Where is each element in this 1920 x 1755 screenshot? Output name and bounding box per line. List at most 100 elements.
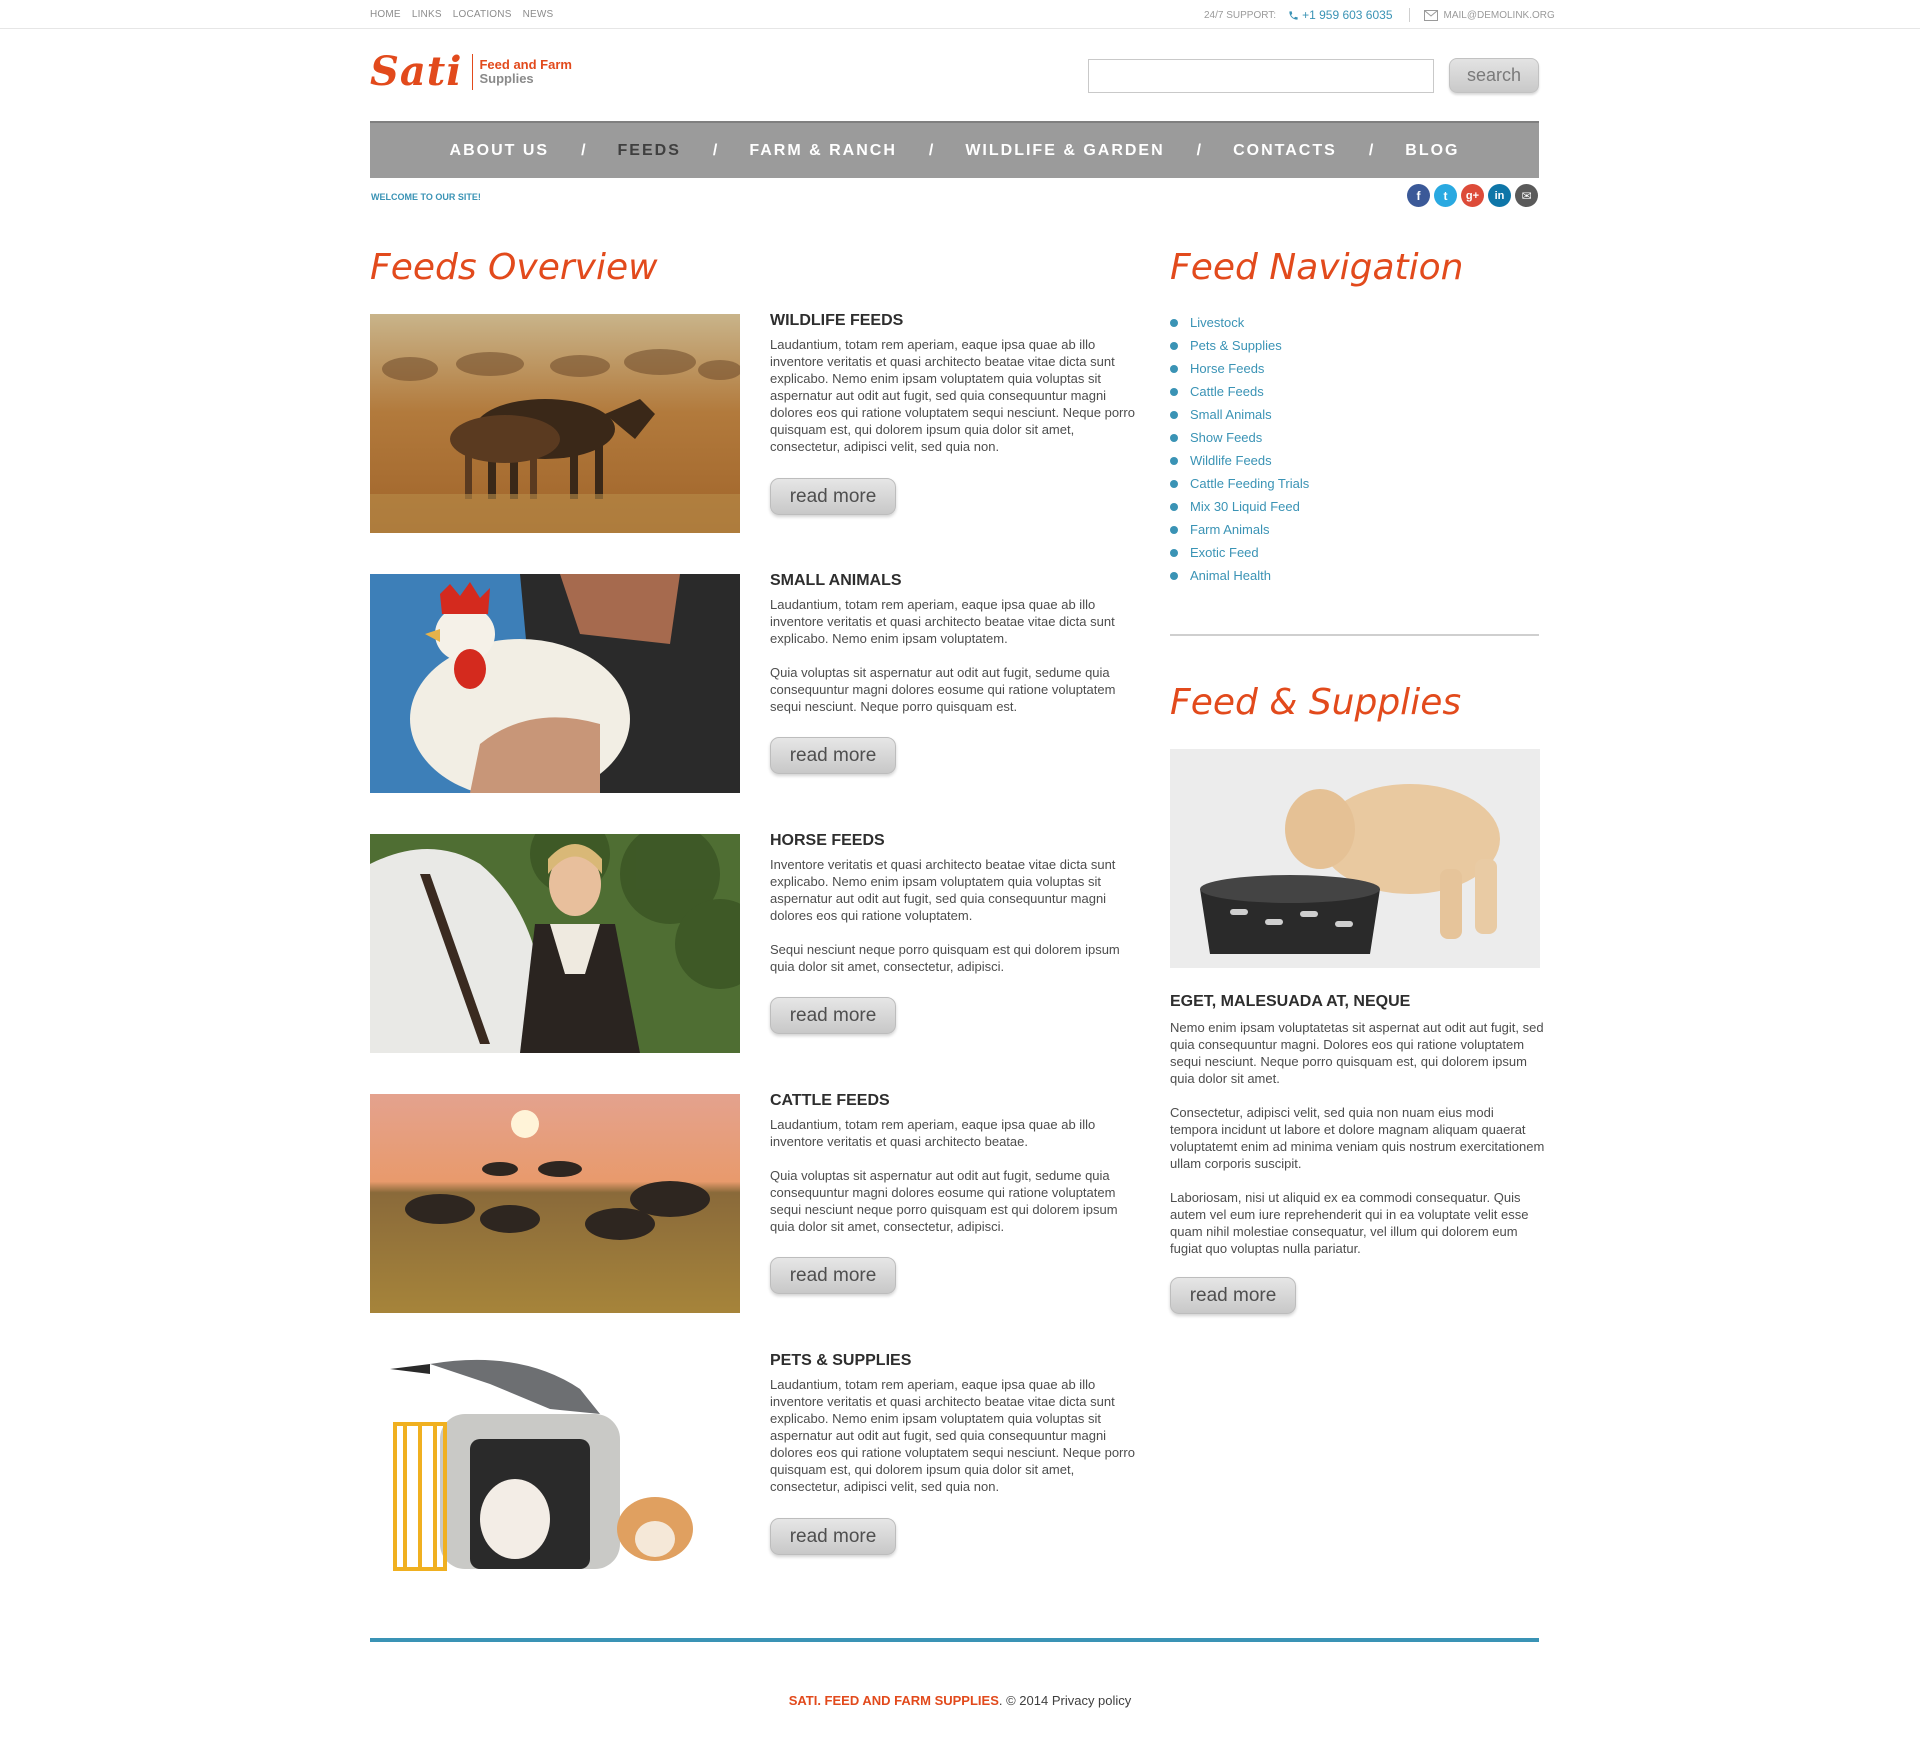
sidebar-divider — [1170, 634, 1539, 636]
footer-copyright: . © 2014 — [998, 1693, 1052, 1708]
read-more-button[interactable]: read more — [770, 1257, 896, 1294]
bullet-icon — [1170, 548, 1178, 557]
feed-supplies-paragraph: Laboriosam, nisi ut aliquid ex ea commod… — [1170, 1190, 1529, 1256]
top-link-news[interactable]: NEWS — [523, 9, 554, 20]
social-icons: f t g+ in ✉ — [1407, 184, 1538, 207]
horse-feeds-image — [370, 834, 740, 1053]
feed-supplies-description: Nemo enim ipsam voluptatetas sit asperna… — [1170, 1019, 1545, 1257]
feed-title: CATTLE FEEDS — [770, 1092, 890, 1109]
top-link-locations[interactable]: LOCATIONS — [453, 9, 512, 20]
google-plus-icon[interactable]: g+ — [1461, 184, 1484, 207]
feed-nav-item-cattle-feeding-trials[interactable]: Cattle Feeding Trials — [1170, 472, 1309, 495]
feed-paragraph: Laudantium, totam rem aperiam, eaque ips… — [770, 1377, 1135, 1494]
feed-paragraph: Quia voluptas sit aspernatur aut odit au… — [770, 1168, 1118, 1234]
nav-farm-ranch[interactable]: FARM & RANCH — [749, 142, 897, 160]
feed-nav-item-animal-health[interactable]: Animal Health — [1170, 564, 1309, 587]
twitter-icon[interactable]: t — [1434, 184, 1457, 207]
logo-line-1: Feed and Farm — [479, 57, 572, 72]
email-address: MAIL@DEMOLINK.ORG — [1443, 9, 1555, 21]
bullet-icon — [1170, 456, 1178, 465]
logo-divider — [472, 54, 474, 90]
feed-nav-item-exotic-feed[interactable]: Exotic Feed — [1170, 541, 1309, 564]
feed-title: WILDLIFE FEEDS — [770, 312, 904, 329]
feed-paragraph: Inventore veritatis et quasi architecto … — [770, 857, 1116, 923]
nav-blog[interactable]: BLOG — [1405, 142, 1459, 160]
feed-nav-item-livestock[interactable]: Livestock — [1170, 311, 1309, 334]
footer: SATI. FEED AND FARM SUPPLIES. © 2014 Pri… — [0, 1693, 1920, 1708]
read-more-button[interactable]: read more — [770, 478, 896, 515]
facebook-icon[interactable]: f — [1407, 184, 1430, 207]
support-phone[interactable]: +1 959 603 6035 — [1288, 8, 1393, 22]
site-logo[interactable]: Sati Feed and Farm Supplies — [370, 52, 572, 92]
nav-about-us[interactable]: ABOUT US — [450, 142, 550, 160]
puppy-image — [1170, 749, 1540, 968]
nav-feeds[interactable]: FEEDS — [618, 142, 681, 160]
support-label: 24/7 SUPPORT: — [1204, 9, 1277, 21]
search-button[interactable]: search — [1449, 58, 1539, 93]
feed-supplies-heading: Feed & Supplies — [1170, 682, 1462, 723]
nav-separator: / — [1368, 141, 1374, 159]
feed-nav-item-pets-supplies[interactable]: Pets & Supplies — [1170, 334, 1309, 357]
feed-nav-item-wildlife-feeds[interactable]: Wildlife Feeds — [1170, 449, 1309, 472]
nav-separator: / — [712, 141, 718, 159]
footer-divider — [370, 1638, 1539, 1642]
feed-nav-label: Cattle Feeds — [1190, 384, 1264, 399]
feed-title: PETS & SUPPLIES — [770, 1352, 912, 1369]
feed-item: PETS & SUPPLIES Laudantium, totam rem ap… — [370, 1352, 1140, 1576]
feed-nav-label: Horse Feeds — [1190, 361, 1265, 376]
feed-paragraph: Laudantium, totam rem aperiam, eaque ips… — [770, 1117, 1096, 1149]
feed-title: HORSE FEEDS — [770, 832, 885, 849]
logo-mark: Sati — [370, 48, 463, 95]
bullet-icon — [1170, 387, 1178, 396]
feed-item: CATTLE FEEDS Laudantium, totam rem aperi… — [370, 1092, 1140, 1316]
feed-item: SMALL ANIMALS Laudantium, totam rem aper… — [370, 572, 1140, 796]
feed-nav-item-cattle-feeds[interactable]: Cattle Feeds — [1170, 380, 1309, 403]
phone-number: +1 959 603 6035 — [1302, 8, 1393, 22]
feed-navigation-list: Livestock Pets & Supplies Horse Feeds Ca… — [1170, 311, 1309, 587]
feed-nav-item-mix-30-liquid-feed[interactable]: Mix 30 Liquid Feed — [1170, 495, 1309, 518]
search-input[interactable] — [1088, 59, 1434, 93]
bullet-icon — [1170, 571, 1178, 580]
nav-contacts[interactable]: CONTACTS — [1233, 142, 1337, 160]
feed-navigation-heading: Feed Navigation — [1170, 247, 1464, 288]
read-more-button[interactable]: read more — [1170, 1277, 1296, 1314]
privacy-policy-link[interactable]: Privacy policy — [1052, 1693, 1131, 1708]
feed-nav-item-show-feeds[interactable]: Show Feeds — [1170, 426, 1309, 449]
feed-paragraph: Quia voluptas sit aspernatur aut odit au… — [770, 665, 1116, 714]
feed-nav-label: Mix 30 Liquid Feed — [1190, 499, 1300, 514]
feed-nav-label: Farm Animals — [1190, 522, 1270, 537]
feeds-overview-heading: Feeds Overview — [370, 247, 658, 288]
feed-nav-item-farm-animals[interactable]: Farm Animals — [1170, 518, 1309, 541]
read-more-button[interactable]: read more — [770, 737, 896, 774]
top-link-links[interactable]: LINKS — [412, 9, 442, 20]
feed-nav-label: Cattle Feeding Trials — [1190, 476, 1310, 491]
cattle-feeds-image — [370, 1094, 740, 1313]
feed-title: SMALL ANIMALS — [770, 572, 902, 589]
nav-wildlife-garden[interactable]: WILDLIFE & GARDEN — [965, 142, 1164, 160]
feed-nav-label: Wildlife Feeds — [1190, 453, 1272, 468]
small-animals-image — [370, 574, 740, 793]
feed-nav-label: Small Animals — [1190, 407, 1272, 422]
feed-nav-item-horse-feeds[interactable]: Horse Feeds — [1170, 357, 1309, 380]
read-more-button[interactable]: read more — [770, 1518, 896, 1555]
bullet-icon — [1170, 502, 1178, 511]
main-nav: ABOUT US / FEEDS / FARM & RANCH / WILDLI… — [370, 121, 1539, 178]
bullet-icon — [1170, 433, 1178, 442]
nav-separator: / — [928, 141, 934, 159]
feed-nav-item-small-animals[interactable]: Small Animals — [1170, 403, 1309, 426]
email-icon[interactable]: ✉ — [1515, 184, 1538, 207]
linkedin-icon[interactable]: in — [1488, 184, 1511, 207]
support-info: 24/7 SUPPORT: +1 959 603 6035 MAIL@DEMOL… — [1204, 8, 1555, 22]
support-email[interactable]: MAIL@DEMOLINK.ORG — [1423, 9, 1555, 21]
feed-paragraph: Sequi nesciunt neque porro quisquam est … — [770, 942, 1120, 974]
logo-line-2: Supplies — [479, 71, 534, 86]
feed-supplies-paragraph: Consectetur, adipisci velit, sed quia no… — [1170, 1105, 1545, 1171]
feed-nav-label: Exotic Feed — [1190, 545, 1259, 560]
top-link-home[interactable]: HOME — [370, 9, 401, 20]
feed-nav-label: Pets & Supplies — [1190, 338, 1282, 353]
feed-description: Laudantium, totam rem aperiam, eaque ips… — [770, 1116, 1145, 1235]
read-more-button[interactable]: read more — [770, 997, 896, 1034]
feed-nav-label: Livestock — [1190, 315, 1245, 330]
feed-supplies-paragraph: Nemo enim ipsam voluptatetas sit asperna… — [1170, 1020, 1544, 1086]
feed-paragraph: Laudantium, totam rem aperiam, eaque ips… — [770, 597, 1115, 646]
